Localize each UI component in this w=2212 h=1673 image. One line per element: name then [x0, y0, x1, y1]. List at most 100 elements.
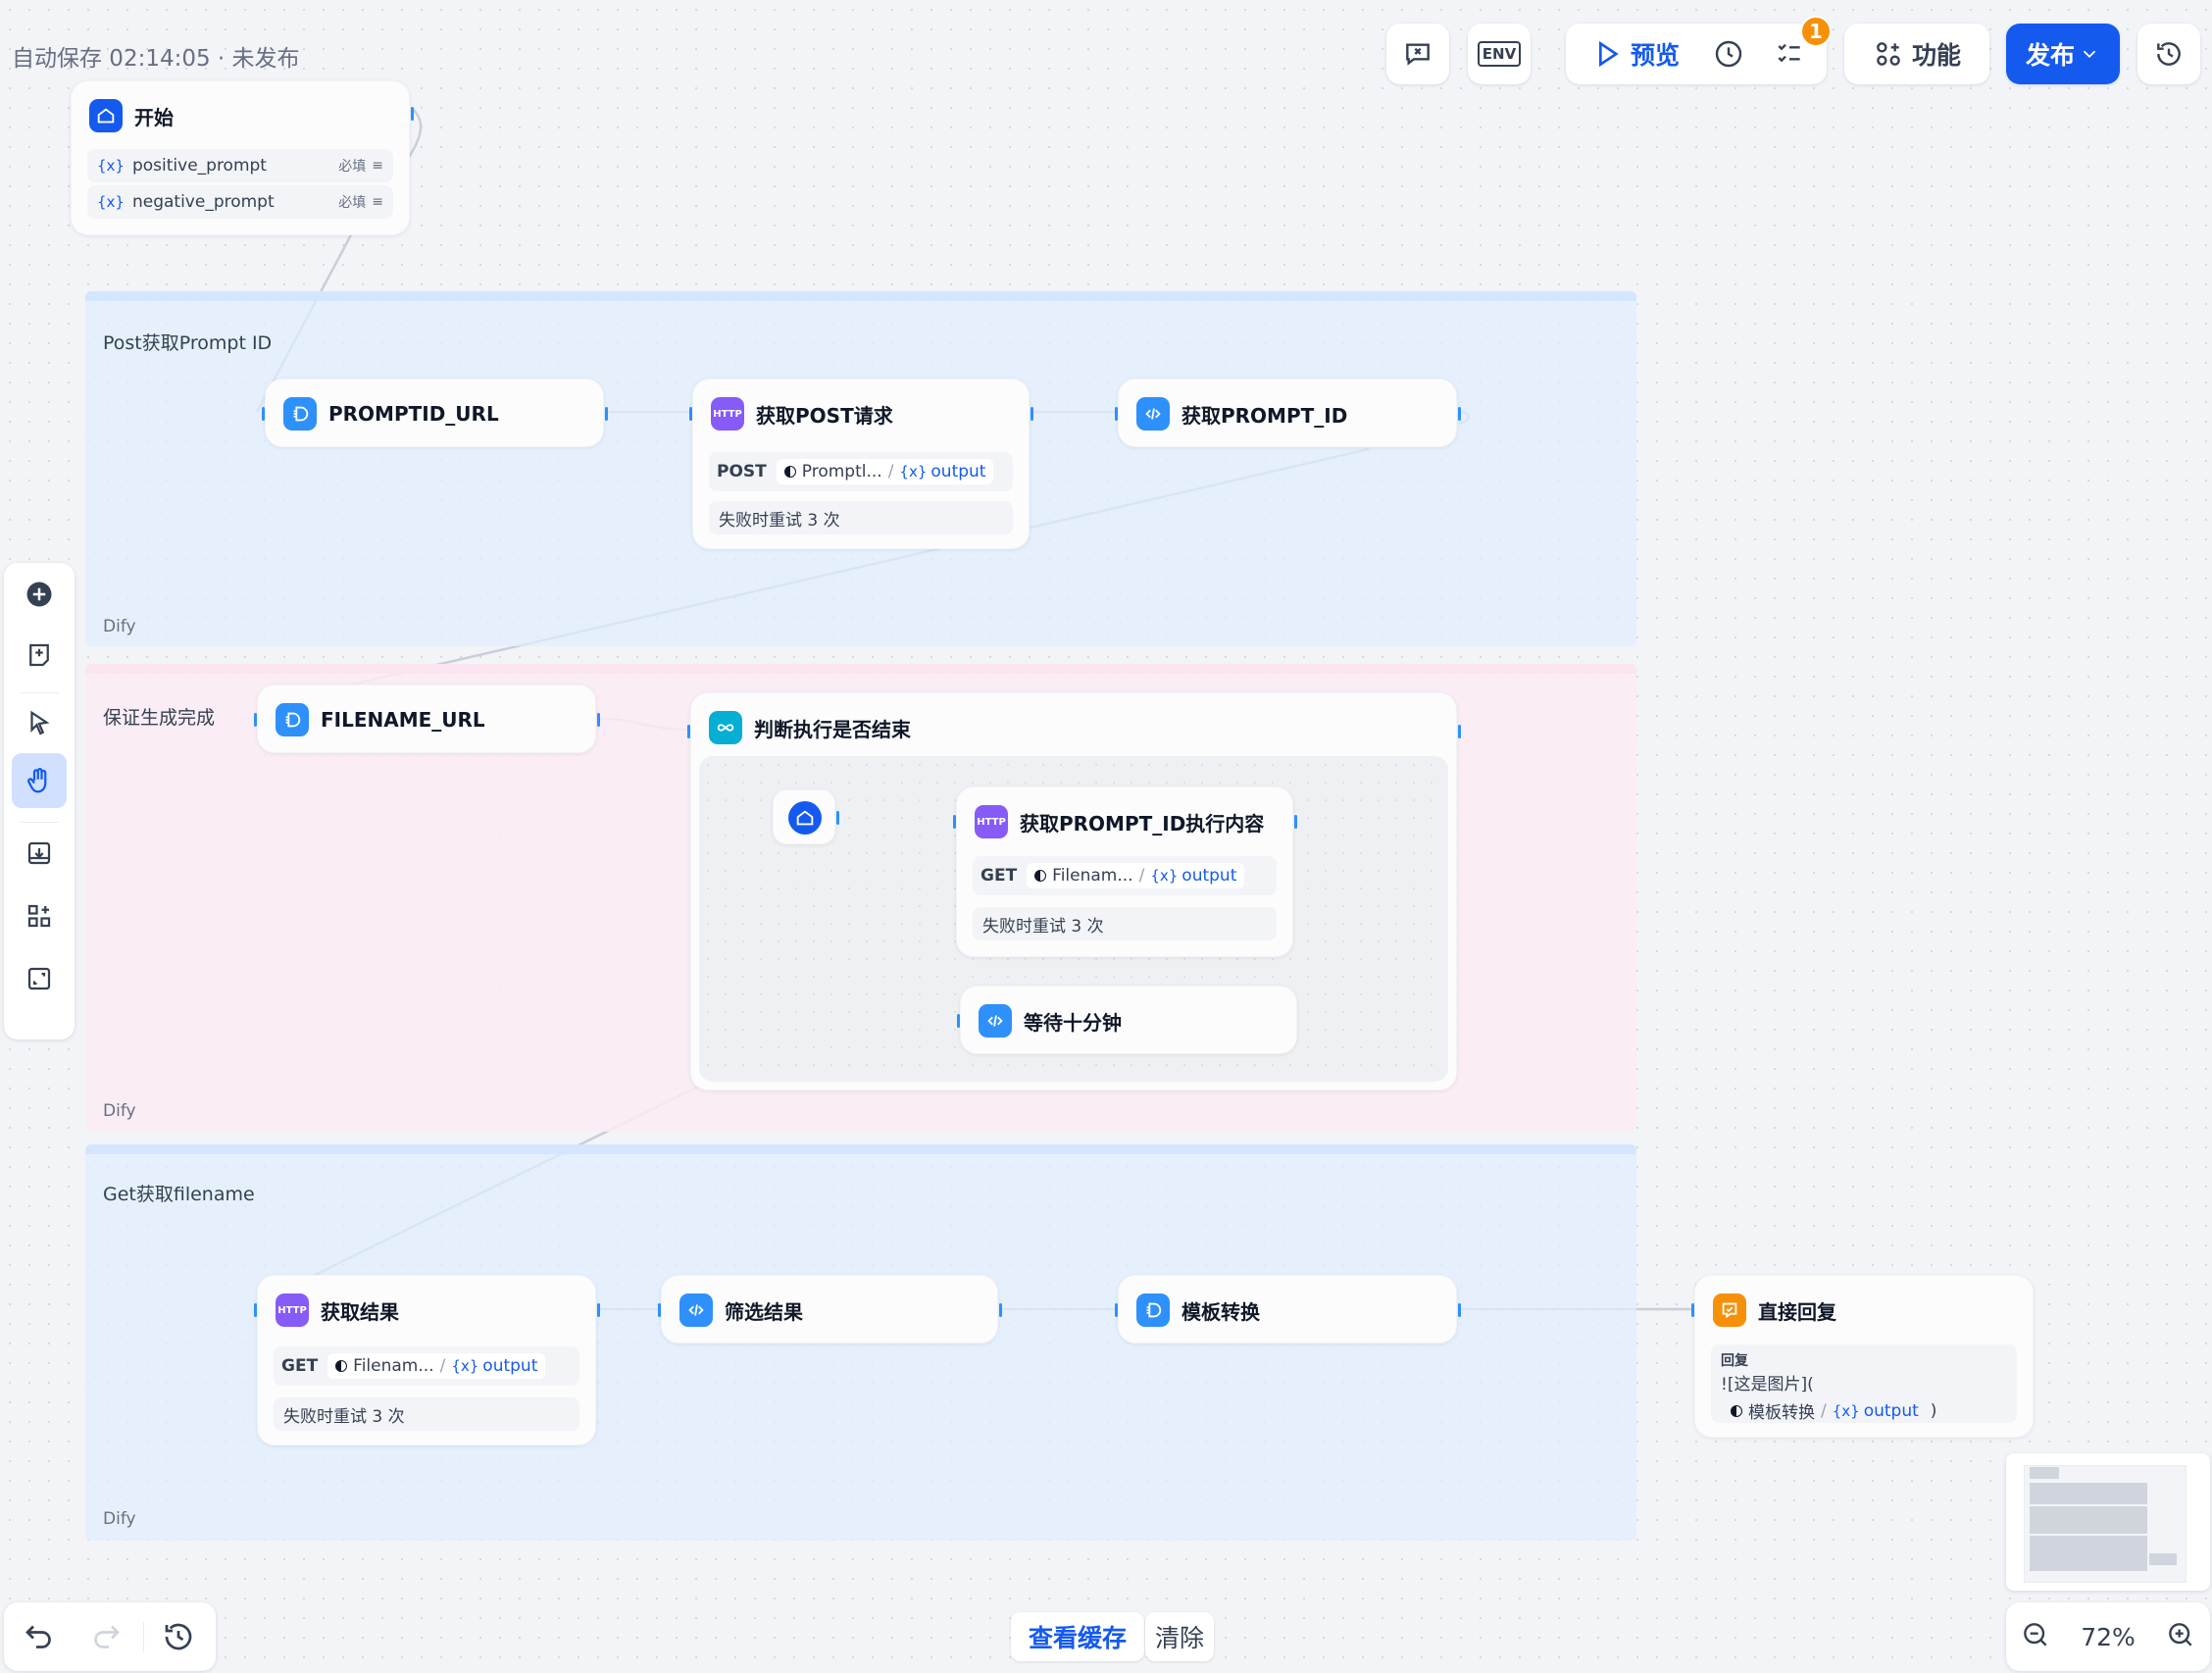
pointer-icon [30, 710, 50, 735]
checklist-button[interactable] [1386, 24, 1449, 84]
node-filename-url[interactable]: FILENAME_URL [254, 684, 600, 753]
node-get-prompt-id[interactable]: 获取PROMPT_ID [1115, 379, 1461, 447]
source-handle[interactable] [411, 107, 414, 121]
group-title: Post获取Prompt ID [103, 332, 273, 354]
node-answer[interactable]: 直接回复 回复 ![这是图片]( 模板转换 / {x} output ) [1691, 1275, 2034, 1438]
version-history-button[interactable] [2137, 24, 2200, 84]
node-wait[interactable]: 等待十分钟 [957, 986, 1297, 1054]
zoom-in-icon [2169, 1623, 2192, 1647]
target-handle[interactable] [687, 725, 690, 738]
target-handle[interactable] [254, 713, 257, 727]
fit-view-button[interactable] [22, 961, 57, 996]
left-toolbar [4, 563, 75, 1039]
pointer-mode-button[interactable] [22, 706, 57, 741]
node-title: 获取PROMPT_ID [1181, 403, 1348, 428]
env-button[interactable]: ENV [1468, 24, 1531, 84]
variable-row[interactable]: {x} positive_prompt 必填 ≡ [87, 149, 393, 182]
node-title: 开始 [134, 105, 174, 129]
publish-button[interactable]: 发布 [2006, 24, 2120, 84]
variable-icon: {x} [899, 463, 928, 481]
node-title: 判断执行是否结束 [754, 717, 911, 741]
undo-button[interactable] [22, 1619, 57, 1654]
source-handle[interactable] [836, 811, 839, 825]
node-start[interactable]: 开始 {x} positive_prompt 必填 ≡ {x} negative… [71, 80, 414, 235]
source-handle[interactable] [605, 407, 608, 421]
template-icon [1136, 1293, 1170, 1327]
change-history-button[interactable] [161, 1619, 196, 1654]
node-get-result[interactable]: HTTP 获取结果 GET Filenam... / {x} output 失败… [254, 1275, 600, 1445]
variable-name: negative_prompt [131, 192, 275, 212]
history-icon [2157, 42, 2181, 66]
hand-mode-button[interactable] [12, 753, 67, 808]
ref-node: 模板转换 [1748, 1403, 1815, 1423]
group-footer: Dify [103, 1101, 136, 1121]
node-title: 直接回复 [1758, 1299, 1836, 1324]
variable-row[interactable]: {x} negative_prompt 必填 ≡ [87, 185, 393, 219]
preview-button[interactable]: 预览 [1591, 36, 1680, 72]
target-handle[interactable] [658, 1303, 661, 1317]
group-title: 保证生成完成 [103, 707, 216, 729]
source-handle[interactable] [1458, 725, 1461, 738]
target-handle[interactable] [689, 407, 692, 421]
features-label: 功能 [1911, 41, 1961, 70]
node-ref-icon [335, 1360, 348, 1372]
view-cache-button[interactable]: 查看缓存 [1011, 1612, 1145, 1661]
note-icon [29, 643, 49, 667]
target-handle[interactable] [1115, 407, 1118, 421]
node-title: 模板转换 [1181, 1299, 1260, 1324]
source-handle[interactable] [597, 713, 600, 727]
checklist-icon [1778, 43, 1800, 63]
node-ref-icon [783, 466, 796, 478]
add-node-button[interactable] [22, 577, 57, 612]
zoom-level[interactable]: 72% [2081, 1623, 2136, 1651]
fit-icon [27, 967, 51, 990]
clear-button[interactable]: 清除 [1145, 1612, 1215, 1661]
answer-label: 回复 [1721, 1353, 1748, 1369]
node-promptid-url[interactable]: PROMPTID_URL [262, 379, 608, 447]
target-handle[interactable] [262, 407, 265, 421]
node-filter[interactable]: 筛选结果 [658, 1275, 1002, 1343]
target-handle[interactable] [1115, 1303, 1118, 1317]
source-handle[interactable] [1458, 407, 1461, 421]
zoom-in-button[interactable] [2165, 1619, 2196, 1654]
history-icon [165, 1623, 192, 1650]
minimap-node [2030, 1506, 2147, 1534]
history-toolbar [4, 1602, 216, 1671]
run-history-button[interactable] [1713, 38, 1744, 74]
output-var: output [482, 1356, 538, 1376]
node-template[interactable]: 模板转换 [1115, 1275, 1461, 1343]
node-title: PROMPTID_URL [328, 402, 499, 426]
source-handle[interactable] [1458, 1303, 1461, 1317]
autosave-status: 自动保存 02:14:05 · 未发布 [12, 46, 300, 72]
http-method: GET [281, 1356, 319, 1376]
source-handle[interactable] [1294, 815, 1297, 829]
ref-close: ) [1930, 1400, 1937, 1421]
node-ref-icon [1731, 1404, 1742, 1417]
node-post-request[interactable]: HTTP 获取POST请求 POST Promptl... / {x} outp… [689, 379, 1033, 549]
add-note-button[interactable] [22, 637, 57, 673]
retry-text: 失败时重试 3 次 [982, 916, 1104, 937]
node-ref-icon [1034, 870, 1047, 882]
checklist-tasks-button[interactable] [1774, 38, 1805, 74]
source-handle[interactable] [597, 1303, 600, 1317]
home-icon [788, 801, 822, 835]
organize-layout-button[interactable] [22, 898, 57, 934]
source-handle[interactable] [999, 1303, 1002, 1317]
export-image-button[interactable] [22, 836, 57, 871]
target-handle[interactable] [254, 1303, 257, 1317]
variable-icon: {x} [451, 1357, 479, 1375]
features-button[interactable]: 功能 [1844, 24, 1989, 84]
target-handle[interactable] [957, 1014, 960, 1028]
http-icon: HTTP [711, 397, 744, 431]
minimap[interactable] [2006, 1453, 2210, 1591]
target-handle[interactable] [1691, 1303, 1694, 1317]
node-get-content[interactable]: HTTP 获取PROMPT_ID执行内容 GET Filenam... / {x… [953, 786, 1297, 957]
group-footer: Dify [103, 617, 136, 636]
source-handle[interactable] [1031, 407, 1033, 421]
redo-button[interactable] [88, 1619, 124, 1654]
node-loop-start[interactable] [773, 789, 839, 844]
zoom-out-button[interactable] [2020, 1619, 2051, 1654]
target-handle[interactable] [953, 815, 956, 829]
chevron-down-icon [2083, 50, 2096, 59]
minimap-node [2030, 1483, 2147, 1504]
